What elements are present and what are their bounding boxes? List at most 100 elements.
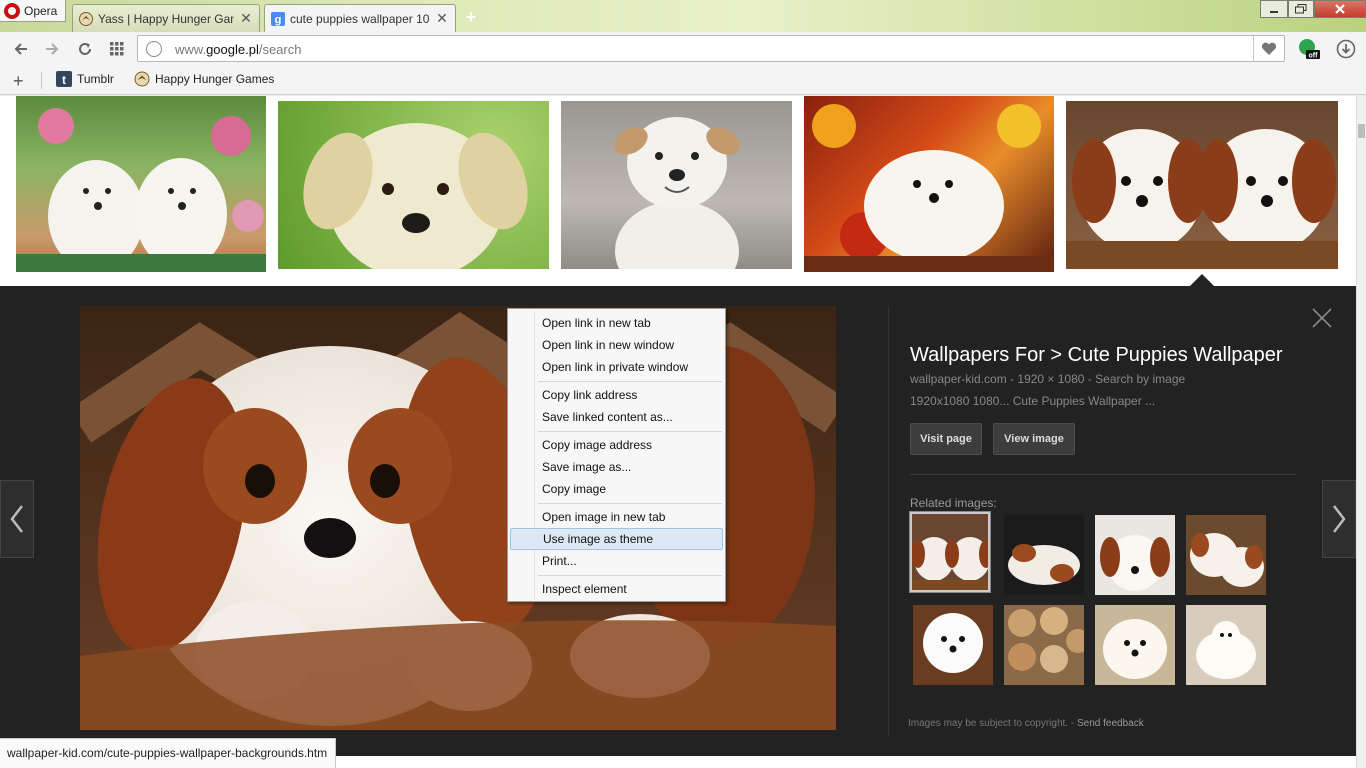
title-bar: Opera Yass | Happy Hunger Games ✕ g cute… [0, 0, 1366, 32]
image-result[interactable] [561, 101, 792, 269]
image-result[interactable] [1066, 101, 1338, 269]
minimize-button[interactable] [1260, 0, 1288, 18]
close-icon [1312, 308, 1332, 328]
tab-title: Yass | Happy Hunger Games [98, 11, 234, 26]
menu-item-save-image-as[interactable]: Save image as... [510, 456, 723, 478]
site-info-icon[interactable] [146, 41, 162, 57]
minimize-icon [1270, 11, 1278, 13]
menu-separator [538, 381, 722, 382]
bookmark-tumblr[interactable]: t Tumblr [56, 71, 114, 87]
related-thumbnail [1008, 607, 1084, 673]
reload-button[interactable] [75, 39, 95, 59]
next-image-button[interactable] [1322, 480, 1356, 558]
menu-item-inspect-element[interactable]: Inspect element [510, 578, 723, 600]
page-scrollbar[interactable] [1356, 96, 1366, 768]
forward-button[interactable] [42, 39, 62, 59]
tumblr-icon: t [56, 71, 72, 87]
separator: - [1070, 718, 1075, 729]
forward-arrow-icon [46, 43, 59, 55]
mockingjay-favicon-icon [79, 11, 93, 26]
close-window-button[interactable] [1314, 0, 1366, 18]
related-image[interactable] [1095, 515, 1175, 595]
new-tab-plus-icon[interactable]: + [462, 8, 480, 26]
menu-item-copy-image[interactable]: Copy image [510, 478, 723, 500]
image-result[interactable] [278, 101, 549, 269]
image-dimensions: 1920 × 1080 [1017, 372, 1085, 386]
menu-separator [538, 503, 722, 504]
preview-source-line: wallpaper-kid.com - 1920 × 1080 - Search… [910, 372, 1185, 386]
related-thumbnail [1196, 621, 1256, 679]
url-domain: google.pl [206, 42, 259, 57]
close-tab-icon[interactable]: ✕ [239, 10, 253, 27]
add-bookmark-plus-icon[interactable]: + [13, 71, 24, 92]
view-image-button[interactable]: View image [993, 423, 1075, 455]
opera-menu-button[interactable]: Opera [0, 0, 66, 22]
panel-separator [910, 474, 1296, 475]
maltese-puppy-thumbnail [804, 104, 1054, 272]
bookmark-label: Happy Hunger Games [155, 72, 275, 86]
menu-item-open-link-new-window[interactable]: Open link in new window [510, 334, 723, 356]
related-image-selected[interactable] [909, 511, 991, 593]
image-result[interactable] [804, 96, 1054, 272]
maximize-button[interactable] [1288, 0, 1314, 18]
downloads-button[interactable] [1336, 39, 1356, 59]
address-bar[interactable]: www.google.pl/search [137, 35, 1285, 62]
menu-item-copy-link-address[interactable]: Copy link address [510, 384, 723, 406]
related-image[interactable] [1004, 515, 1084, 595]
related-image[interactable] [1186, 605, 1266, 685]
scrollbar-thumb[interactable] [1358, 124, 1365, 138]
related-thumbnail [1103, 619, 1167, 679]
svg-text:g: g [275, 14, 282, 26]
related-thumbnail [1100, 535, 1170, 591]
back-arrow-icon [14, 43, 27, 55]
related-image[interactable] [1095, 605, 1175, 685]
tab-happy-hunger-games[interactable]: Yass | Happy Hunger Games ✕ [72, 4, 260, 32]
menu-item-open-link-private-window[interactable]: Open link in private window [510, 356, 723, 378]
chevron-right-icon [1333, 505, 1346, 533]
browser-window: Opera Yass | Happy Hunger Games ✕ g cute… [0, 0, 1366, 768]
menu-item-print[interactable]: Print... [510, 550, 723, 572]
google-favicon-icon: g [271, 11, 285, 26]
link-status-bar: wallpaper-kid.com/cute-puppies-wallpaper… [0, 738, 337, 768]
grid-icon [110, 42, 124, 56]
copyright-note: Images may be subject to copyright. - Se… [908, 718, 1144, 729]
menu-item-open-link-new-tab[interactable]: Open link in new tab [510, 312, 723, 334]
restore-icon [1295, 4, 1307, 14]
close-preview-button[interactable] [1310, 306, 1334, 330]
white-puppies-thumbnail [16, 108, 266, 272]
heart-icon [1261, 42, 1277, 55]
menu-item-open-image-new-tab[interactable]: Open image in new tab [510, 506, 723, 528]
menu-item-use-image-as-theme[interactable]: Use image as theme [510, 528, 723, 550]
image-result[interactable] [16, 96, 266, 272]
speed-dial-button[interactable] [107, 39, 127, 59]
bookmark-label: Tumblr [77, 72, 114, 86]
cavalier-puppies-thumbnail [1066, 129, 1338, 269]
menu-item-save-linked-content[interactable]: Save linked content as... [510, 406, 723, 428]
menu-item-copy-image-address[interactable]: Copy image address [510, 434, 723, 456]
search-by-image-link[interactable]: Search by image [1095, 372, 1185, 386]
visit-page-button[interactable]: Visit page [910, 423, 982, 455]
source-domain-link[interactable]: wallpaper-kid.com [910, 372, 1007, 386]
download-icon [1336, 39, 1356, 59]
menu-separator [538, 431, 722, 432]
selected-result-pointer [1190, 274, 1214, 286]
tab-cute-puppies[interactable]: g cute puppies wallpaper 1080 ✕ [264, 4, 456, 32]
reload-icon [79, 43, 91, 55]
url-prefix: www. [175, 42, 207, 57]
stash-button[interactable] [1253, 36, 1284, 61]
related-thumbnail [912, 537, 988, 590]
preview-title[interactable]: Wallpapers For > Cute Puppies Wallpaper [910, 344, 1300, 367]
close-tab-icon[interactable]: ✕ [435, 10, 449, 27]
related-image[interactable] [1004, 605, 1084, 685]
related-image[interactable] [1186, 515, 1266, 595]
send-feedback-link[interactable]: Send feedback [1077, 718, 1144, 729]
back-button[interactable] [11, 39, 31, 59]
bookmark-happy-hunger-games[interactable]: Happy Hunger Games [134, 71, 274, 87]
previous-image-button[interactable] [0, 480, 34, 558]
close-icon [1335, 4, 1345, 14]
related-image[interactable] [913, 605, 993, 685]
address-text[interactable]: www.google.pl/search [175, 42, 301, 57]
extension-off-button[interactable]: off [1298, 38, 1320, 60]
bookmarks-divider [41, 72, 42, 89]
opera-logo-icon [4, 2, 20, 19]
